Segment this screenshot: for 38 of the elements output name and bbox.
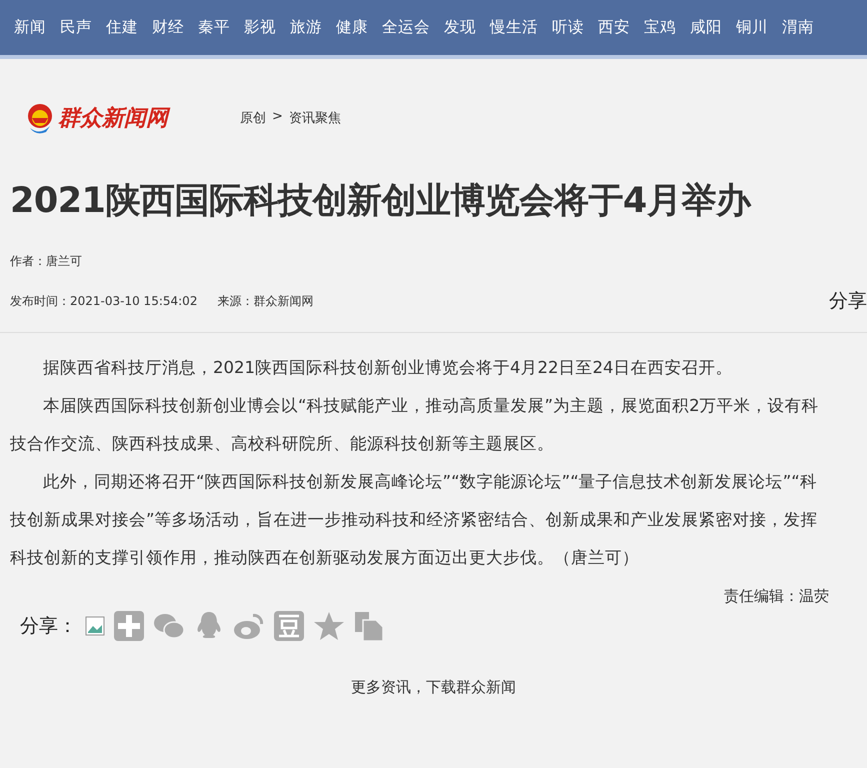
nav-link[interactable]: 发现: [444, 17, 476, 38]
star-icon[interactable]: [313, 610, 345, 642]
nav-link[interactable]: 民声: [60, 17, 92, 38]
copy-icon[interactable]: [353, 610, 385, 642]
broken-image-icon[interactable]: [85, 616, 105, 636]
author-text: 作者：唐兰可: [10, 253, 83, 270]
nav-link[interactable]: 影视: [244, 17, 276, 38]
nav-link[interactable]: 新闻: [14, 17, 46, 38]
logo-text[interactable]: 群众新闻网: [58, 103, 168, 133]
nav-link[interactable]: 住建: [106, 17, 138, 38]
logo-emblem-icon: [26, 102, 54, 134]
article-paragraph: 据陕西省科技厅消息，2021陕西国际科技创新创业博览会将于4月22日至24日在西安召开。: [42, 357, 734, 379]
share-label: 分享: [829, 289, 867, 314]
nav-link[interactable]: 秦平: [198, 17, 230, 38]
article-paragraph: 本届陕西国际科技创新创业博会以“科技赋能产业，推动高质量发展”为主题，展览面积2万平米，设有科技合作交流、陕西科技成果、高校科研院所、能源科技创新等主题展区。: [10, 395, 820, 455]
nav-link[interactable]: 全运会: [382, 17, 430, 38]
breadcrumb-separator: >: [272, 109, 283, 126]
nav-link[interactable]: 听读: [552, 17, 584, 38]
editor-text: 责任编辑：温荧: [724, 587, 829, 605]
breadcrumb-link[interactable]: 原创: [240, 109, 266, 127]
nav-link[interactable]: 西安: [598, 17, 630, 38]
douban-icon[interactable]: [273, 610, 305, 642]
publish-time: 发布时间：2021-03-10 15:54:02: [10, 292, 198, 310]
article-title: 2021陕西国际科技创新创业博览会将于4月举办: [10, 180, 752, 223]
share-label: 分享：: [20, 614, 77, 639]
nav-link[interactable]: 宝鸡: [644, 17, 676, 38]
nav-link[interactable]: 渭南: [782, 17, 814, 38]
plus-icon[interactable]: [113, 610, 145, 642]
nav-link[interactable]: 健康: [336, 17, 368, 38]
breadcrumb-link[interactable]: 资讯聚焦: [288, 109, 341, 127]
source-text: 来源：群众新闻网: [217, 292, 314, 310]
nav-link[interactable]: 铜川: [736, 17, 768, 38]
nav-link[interactable]: 旅游: [290, 17, 322, 38]
nav-link[interactable]: 慢生活: [490, 17, 538, 38]
footer-text: 更多资讯，下载群众新闻: [351, 678, 516, 696]
nav-link[interactable]: 咸阳: [690, 17, 722, 38]
nav-link[interactable]: 财经: [152, 17, 184, 38]
article-paragraph: 此外，同期还将召开“陕西国际科技创新发展高峰论坛”“数字能源论坛”“量子信息技术创新发展论坛”“科技创新成果对接会”等多场活动，旨在进一步推动科技和经济紧密结合、创新成果和产业发展紧密对接，发挥科技创新的支撑引领作用，推动陕西在创新驱动发展方面迈出更大步伐。（唐兰可）: [10, 471, 819, 569]
